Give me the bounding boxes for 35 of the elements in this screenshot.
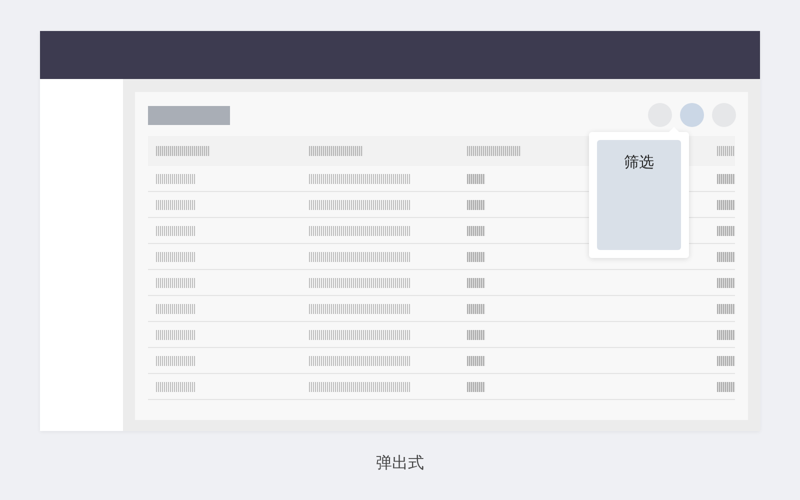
placeholder-bar xyxy=(156,200,196,210)
placeholder-bar xyxy=(467,382,485,392)
popover-title: 筛选 xyxy=(624,153,654,172)
placeholder-bar xyxy=(156,382,196,392)
placeholder-bar xyxy=(467,278,485,288)
placeholder-bar xyxy=(156,226,196,236)
placeholder-bar xyxy=(717,174,735,184)
placeholder-bar xyxy=(717,226,735,236)
placeholder-bar xyxy=(156,278,196,288)
placeholder-bar xyxy=(467,146,521,156)
placeholder-bar xyxy=(467,304,485,314)
placeholder-bar xyxy=(467,356,485,366)
placeholder-bar xyxy=(467,200,485,210)
placeholder-bar xyxy=(156,146,210,156)
placeholder-bar xyxy=(717,200,735,210)
placeholder-bar xyxy=(717,356,735,366)
placeholder-bar xyxy=(156,330,196,340)
placeholder-bar xyxy=(717,330,735,340)
placeholder-bar xyxy=(467,174,485,184)
placeholder-bar xyxy=(717,146,735,156)
caption: 弹出式 xyxy=(376,453,424,474)
placeholder-bar xyxy=(717,278,735,288)
toolbar-button[interactable] xyxy=(648,103,672,127)
placeholder-bar xyxy=(467,330,485,340)
toolbar-button[interactable] xyxy=(680,103,704,127)
placeholder-bar xyxy=(467,252,485,262)
placeholder-bar xyxy=(717,382,735,392)
placeholder-bar xyxy=(156,304,196,314)
placeholder-bar xyxy=(309,146,363,156)
placeholder-bar xyxy=(156,356,196,366)
placeholder-bar xyxy=(717,304,735,314)
placeholder-bar xyxy=(717,252,735,262)
placeholder-bar xyxy=(467,226,485,236)
placeholder-bar xyxy=(156,252,196,262)
placeholder-bar xyxy=(156,174,196,184)
